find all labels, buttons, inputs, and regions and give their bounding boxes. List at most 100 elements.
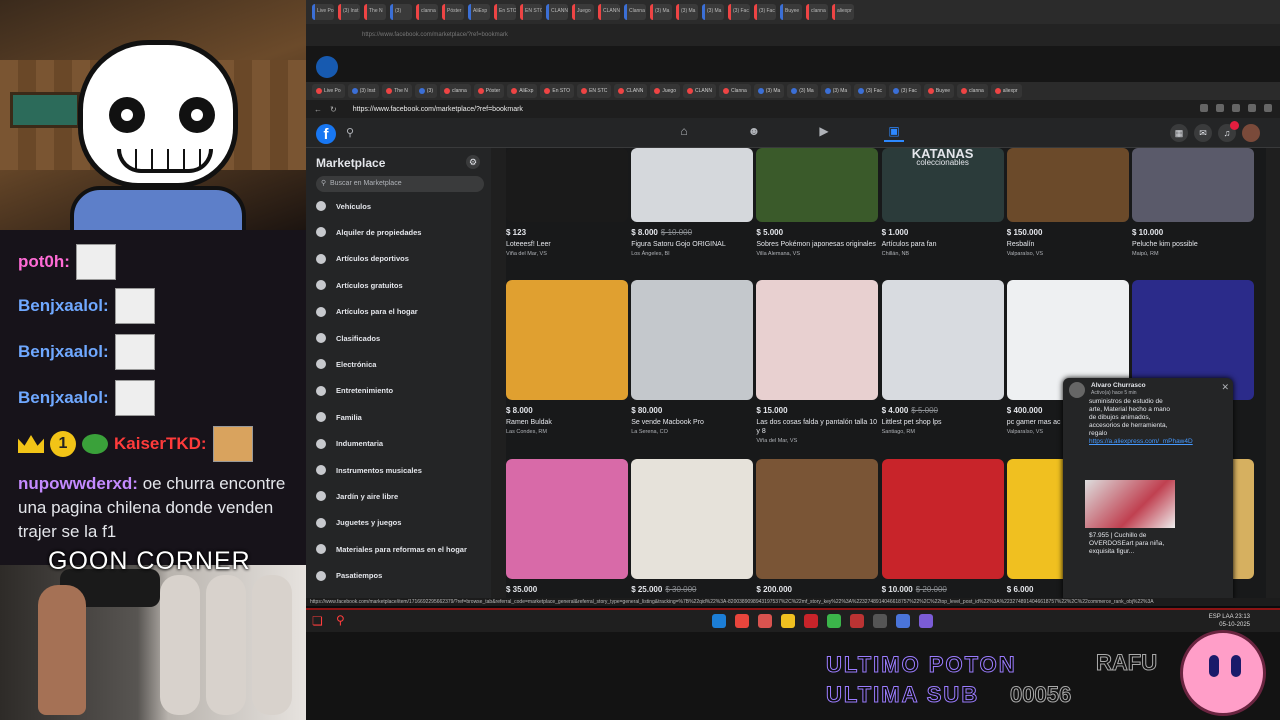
listing-image[interactable]: [506, 148, 628, 222]
facebook-logo-icon[interactable]: f: [316, 124, 336, 144]
home-icon[interactable]: ⌂: [674, 124, 694, 142]
sidebar-category[interactable]: Familia: [316, 409, 362, 425]
sidebar-category[interactable]: Instrumentos musicales: [316, 462, 422, 478]
gear-icon[interactable]: ⚙: [466, 155, 480, 169]
bookmark-icon[interactable]: [1200, 104, 1208, 112]
browser-tab[interactable]: Juego: [650, 84, 680, 98]
sidebar-category[interactable]: Jardín y aire libre: [316, 488, 398, 504]
address-bar[interactable]: ← ↻ https://www.facebook.com/marketplace…: [306, 100, 1280, 118]
shared-product-image[interactable]: [1085, 480, 1175, 528]
extension-icon[interactable]: [1216, 104, 1224, 112]
browser-tab[interactable]: aliexpr: [990, 84, 1022, 98]
sidebar-category[interactable]: Materiales para reformas en el hogar: [316, 541, 467, 557]
browser-tab[interactable]: The N: [382, 84, 412, 98]
listing-image[interactable]: [756, 459, 879, 579]
obs-icon[interactable]: [919, 614, 933, 628]
app-icon[interactable]: [850, 614, 864, 628]
sidebar-category[interactable]: Juguetes y juegos: [316, 515, 401, 531]
menu-icon[interactable]: [1264, 104, 1272, 112]
listing-card[interactable]: $ 8.000 $ 10.000 Figura Satoru Gojo ORIGIN…: [631, 148, 754, 257]
search-icon[interactable]: ⚲: [346, 126, 354, 139]
browser-tab[interactable]: Póster: [473, 84, 505, 98]
browser-tab[interactable]: (3) Fac: [854, 84, 887, 98]
sidebar-category[interactable]: Alquiler de propiedades: [316, 224, 421, 240]
listing-card[interactable]: $ 10.000 Peluche kim possible Maipú, RM: [1132, 148, 1254, 257]
browser-tab[interactable]: (3) Ma: [820, 84, 852, 98]
listing-title[interactable]: Las dos cosas falda y pantalón talla 10 …: [756, 418, 878, 436]
app-icon[interactable]: [804, 614, 818, 628]
edge-icon[interactable]: [712, 614, 726, 628]
search-icon[interactable]: ⚲: [336, 613, 345, 627]
url-text[interactable]: https://www.facebook.com/marketplace/?re…: [353, 106, 523, 113]
listing-image[interactable]: [756, 148, 879, 222]
listing-image[interactable]: [506, 280, 628, 400]
listing-card[interactable]: $ 10.000 $ 20.000: [881, 459, 1004, 594]
marketplace-icon[interactable]: ▣: [884, 124, 904, 142]
listing-image[interactable]: [1132, 148, 1254, 222]
sidebar-category[interactable]: Indumentaria: [316, 436, 383, 452]
reload-icon[interactable]: ↻: [330, 105, 337, 114]
listing-card[interactable]: $ 200.000: [756, 459, 879, 594]
app-icon[interactable]: [827, 614, 841, 628]
windows-start-icon[interactable]: ❏: [312, 614, 323, 628]
listing-image[interactable]: [1006, 148, 1129, 222]
listing-image[interactable]: [881, 280, 1004, 400]
sidebar-category[interactable]: Artículos para el hogar: [316, 304, 418, 320]
listing-card[interactable]: $ 4.000 $ 5.000 Littlest pet shop lps Santi…: [881, 280, 1004, 435]
listing-image[interactable]: [631, 459, 754, 579]
browser-tab[interactable]: CLANN: [683, 84, 716, 98]
browser-tab[interactable]: Live Po: [312, 84, 345, 98]
browser-tab[interactable]: CLANN: [614, 84, 648, 98]
browser-tab[interactable]: AliExp: [507, 84, 538, 98]
sidebar-category[interactable]: Entretenimiento: [316, 383, 393, 399]
sidebar-category[interactable]: Electrónica: [316, 356, 376, 372]
listing-title[interactable]: Sobres Pokémon japonesas originales: [756, 240, 878, 249]
listing-title[interactable]: Littlest pet shop lps: [882, 418, 1004, 427]
profile-icon[interactable]: [1248, 104, 1256, 112]
close-icon[interactable]: ✕: [1221, 382, 1229, 393]
listing-title[interactable]: Loteeesf! Leer: [506, 240, 628, 249]
listing-image[interactable]: [881, 459, 1004, 579]
listing-image[interactable]: [756, 280, 879, 400]
video-icon[interactable]: ▶: [814, 124, 834, 142]
chat-contact-name[interactable]: Alvaro Churrasco: [1091, 382, 1146, 389]
app-icon[interactable]: [758, 614, 772, 628]
browser-tab[interactable]: EN STC: [577, 84, 612, 98]
browser-tab[interactable]: Buyee: [923, 84, 955, 98]
back-icon[interactable]: ←: [314, 105, 322, 114]
listing-title[interactable]: Artículos para fan: [882, 240, 1004, 249]
listing-title[interactable]: Ramen Buldak: [506, 418, 628, 427]
listing-image[interactable]: [506, 459, 628, 579]
steam-icon[interactable]: [873, 614, 887, 628]
menu-grid-icon[interactable]: ▦: [1170, 124, 1188, 142]
app-icon[interactable]: [896, 614, 910, 628]
listing-image[interactable]: KATANAS coleccionables: [881, 148, 1004, 222]
explorer-icon[interactable]: [781, 614, 795, 628]
download-icon[interactable]: [1232, 104, 1240, 112]
browser-tab[interactable]: (3) Ma: [753, 84, 785, 98]
chrome-icon[interactable]: [735, 614, 749, 628]
listing-title[interactable]: Resbalín: [1007, 240, 1129, 249]
listing-card[interactable]: $ 8.000 Ramen Buldak Las Condes, RM: [506, 280, 628, 435]
sidebar-category[interactable]: Artículos deportivos: [316, 251, 409, 267]
shared-product-caption[interactable]: $7.955 | Cuchillo de OVERDOSEart para ni…: [1089, 532, 1169, 556]
browser-tab[interactable]: (3) Ma: [787, 84, 818, 98]
system-tray[interactable]: ESP LAA 23:13 05-10-2025: [1209, 613, 1250, 629]
messenger-icon[interactable]: ✉: [1194, 124, 1212, 142]
browser-tab[interactable]: Clanna: [718, 84, 751, 98]
listing-image[interactable]: [631, 148, 754, 222]
listing-image[interactable]: [631, 280, 754, 400]
listing-title[interactable]: Figura Satoru Gojo ORIGINAL: [631, 240, 753, 249]
notifications-icon[interactable]: ♫: [1218, 121, 1239, 142]
chat-link[interactable]: https://a.aliexpress.com/_mPhaw4D: [1089, 438, 1193, 446]
avatar[interactable]: [1069, 382, 1085, 398]
listing-card[interactable]: $ 80.000 Se vende Macbook Pro La Serena, C…: [631, 280, 754, 435]
sidebar-category[interactable]: Clasificados: [316, 330, 380, 346]
listing-card[interactable]: $ 150.000 Resbalín Valparaíso, VS: [1006, 148, 1129, 257]
avatar[interactable]: [1242, 124, 1260, 142]
search-input[interactable]: ⚲ Buscar en Marketplace: [316, 176, 484, 192]
listing-card[interactable]: $ 25.000 $ 30.000: [631, 459, 754, 594]
browser-tab[interactable]: (3) Fac: [889, 84, 921, 98]
listing-card[interactable]: KATANAS coleccionables $ 1.000 Artículos pa…: [881, 148, 1004, 257]
listing-card[interactable]: $ 5.000 Sobres Pokémon japonesas original…: [756, 148, 879, 257]
